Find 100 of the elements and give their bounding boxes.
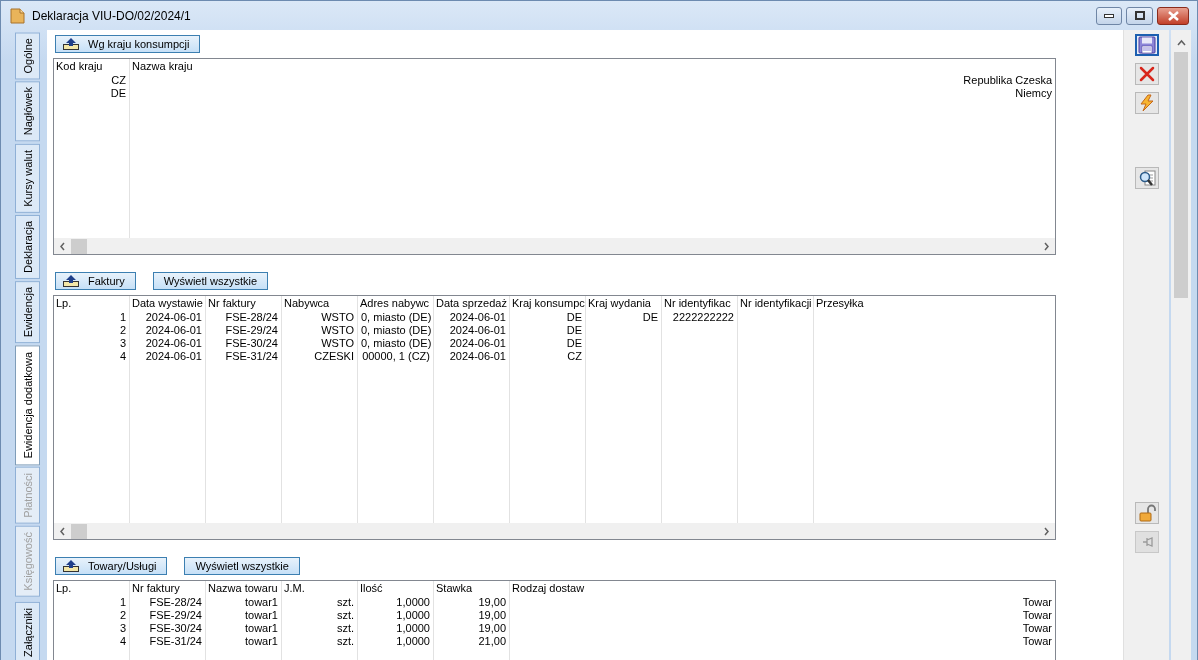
column-header[interactable]: Ilość [358,581,433,596]
column-header[interactable]: Kod kraju [54,59,129,74]
table-cell-text: CZ [110,74,127,87]
table-cell-text: WSTO [320,337,355,350]
execute-button[interactable] [1134,92,1159,114]
upload-icon [62,559,80,573]
collapse-button[interactable]: Faktury [55,272,136,290]
column-header[interactable]: Kraj wydania [586,296,661,311]
table-cell-text: DE [565,311,583,324]
table-cell-text: 2 [118,609,127,622]
show-all-button[interactable]: Wyświetl wszystkie [152,272,269,290]
column-header[interactable]: Nr faktury [130,581,205,596]
scrollbar-thumb[interactable] [1174,52,1188,298]
table-cell-text: DE [565,337,583,350]
preview-button[interactable] [1134,167,1159,189]
table-cell-text: DE [109,87,127,100]
chevron-left-icon [59,526,66,536]
show-all-button[interactable]: Wyświetl wszystkie [184,557,300,575]
table-cell-text: 2024-06-01 [448,350,507,363]
column-header[interactable]: Data sprzedaż [434,296,509,311]
restore-icon [1134,11,1145,20]
column-header[interactable]: Nr faktury [206,296,281,311]
table-cell-text: 0, miasto (DE) [360,311,433,324]
table-cell-text: 2024-06-01 [448,311,507,324]
table-cell-text: towar1 [243,609,279,622]
side-tab[interactable]: Deklaracja [15,214,40,279]
minimize-icon [1104,13,1114,18]
column-header[interactable]: Nazwa kraju [130,59,1055,74]
table-cell-text: WSTO [320,311,355,324]
column-header[interactable]: J.M. [282,581,357,596]
table-cell-text: 19,00 [477,622,507,635]
table-cell-text: 3 [118,337,127,350]
table-cell-text: 2024-06-01 [448,324,507,337]
table-cell-text: 1,0000 [395,635,431,648]
table-cell-text: FSE-28/24 [224,311,279,324]
table-cell-text: 2024-06-01 [144,350,203,363]
table-cell-text: 21,00 [477,635,507,648]
column-header[interactable]: Nabywca [282,296,357,311]
column-header[interactable]: Kraj konsumpc [510,296,585,311]
table-cell-text: szt. [335,622,355,635]
restore-button[interactable] [1126,6,1153,25]
table-cell-text: 19,00 [477,609,507,622]
save-button[interactable] [1134,34,1159,56]
side-tab[interactable]: Nagłówek [15,81,40,142]
table-cell-text: 1 [118,596,127,609]
table-cell-text: CZ [566,350,583,363]
table-cell-text: 2024-06-01 [144,311,203,324]
column-header[interactable]: Nr identyfikacji [738,296,813,311]
close-button[interactable] [1157,6,1189,25]
column-header[interactable]: Rodzaj dostaw [510,581,1055,596]
table-cell-text: 4 [118,635,127,648]
side-tab[interactable]: Ogólne [15,32,40,80]
chevron-left-icon [59,241,66,251]
side-tab[interactable]: Kursy walut [15,143,40,213]
table-cell-text: 0, miasto (DE) [360,337,433,350]
table-cell-text: FSE-30/24 [148,622,203,635]
table-cell-text: 2024-06-01 [448,337,507,350]
side-tab[interactable]: Ewidencja [15,280,40,343]
table-cell-text: 2024-06-01 [144,324,203,337]
window-title: Deklaracja VIU-DO/02/2024/1 [32,8,192,23]
upload-icon [62,37,80,51]
close-icon [1167,10,1179,21]
column-header[interactable]: Lp. [54,296,129,311]
table-cell-text: 2 [118,324,127,337]
column-header[interactable]: Przesyłka [814,296,1055,311]
column-header[interactable]: Nr identyfikac [662,296,737,311]
table-cell-text: szt. [335,609,355,622]
table-cell-text: 00000, 1 (CZ) [361,350,431,363]
table-cell-text: szt. [335,596,355,609]
column-header[interactable]: Data wystawie [130,296,205,311]
table-cell-text: WSTO [320,324,355,337]
collapse-button[interactable]: Wg kraju konsumpcji [55,35,201,53]
table-cell-text: 2222222222 [671,311,735,324]
lock-button[interactable] [1134,502,1159,524]
lightning-icon [1137,94,1156,112]
side-tab[interactable]: Ewidencja dodatkowa [15,344,40,466]
table-cell-text: DE [641,311,659,324]
column-header[interactable]: Nazwa towaru [206,581,281,596]
column-header[interactable]: Stawka [434,581,509,596]
table-cell-text: FSE-31/24 [148,635,203,648]
scrollbar-thumb[interactable] [71,238,87,254]
collapse-button[interactable]: Towary/Usługi [55,557,168,575]
magnifier-document-icon [1137,169,1156,187]
scrollbar-thumb[interactable] [71,523,87,539]
table-cell-text: towar1 [243,622,279,635]
side-tab[interactable]: Załączniki [15,601,40,660]
table-cell-text: FSE-28/24 [148,596,203,609]
table-cell-text: towar1 [243,635,279,648]
table-cell-text: DE [565,324,583,337]
table-cell-text: FSE-30/24 [224,337,279,350]
delete-button[interactable] [1134,63,1159,85]
table-cell-text: Towar [1021,622,1053,635]
column-header[interactable]: Lp. [54,581,129,596]
table-cell-text: FSE-31/24 [224,350,279,363]
table-cell-text: Towar [1021,635,1053,648]
table-cell-text: Niemcy [1014,87,1053,100]
minimize-button[interactable] [1096,6,1122,25]
table-cell-text: 4 [118,350,127,363]
table-cell-text: Towar [1021,596,1053,609]
column-header[interactable]: Adres nabywc [358,296,433,311]
